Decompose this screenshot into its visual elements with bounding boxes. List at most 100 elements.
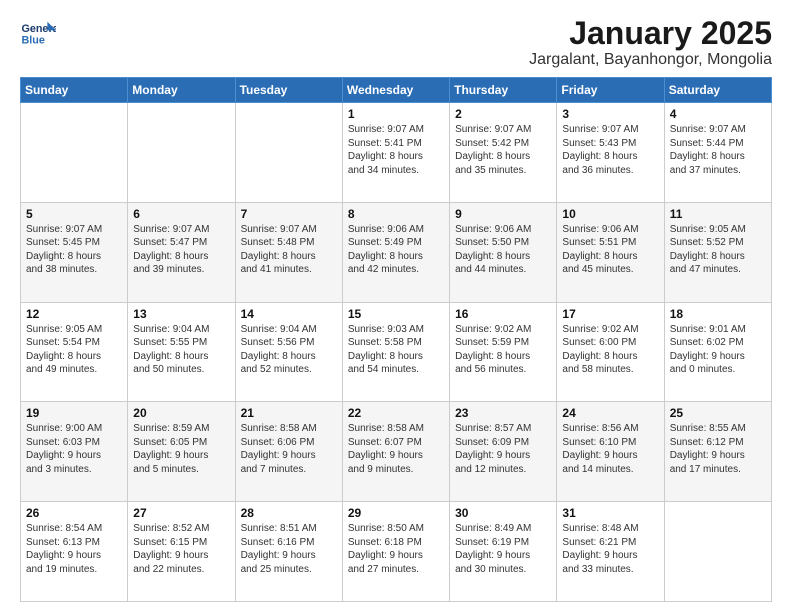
day-number: 10 xyxy=(562,207,658,221)
day-info: Sunrise: 9:05 AMSunset: 5:54 PMDaylight:… xyxy=(26,323,122,377)
day-info: Sunrise: 9:07 AMSunset: 5:47 PMDaylight:… xyxy=(133,223,229,277)
calendar-cell xyxy=(235,103,342,203)
day-number: 26 xyxy=(26,506,122,520)
day-info: Sunrise: 9:04 AMSunset: 5:55 PMDaylight:… xyxy=(133,323,229,377)
calendar-cell: 29Sunrise: 8:50 AMSunset: 6:18 PMDayligh… xyxy=(342,502,449,602)
calendar-cell: 30Sunrise: 8:49 AMSunset: 6:19 PMDayligh… xyxy=(450,502,557,602)
weekday-header: Wednesday xyxy=(342,78,449,103)
day-info: Sunrise: 8:59 AMSunset: 6:05 PMDaylight:… xyxy=(133,422,229,476)
day-info: Sunrise: 9:07 AMSunset: 5:48 PMDaylight:… xyxy=(241,223,337,277)
day-number: 20 xyxy=(133,406,229,420)
calendar-title: January 2025 xyxy=(529,16,772,51)
calendar-cell xyxy=(664,502,771,602)
calendar-table: SundayMondayTuesdayWednesdayThursdayFrid… xyxy=(20,77,772,602)
calendar-cell xyxy=(21,103,128,203)
calendar-cell: 11 Sunrise: 9:05 AMSunset: 5:52 PMDayligh… xyxy=(664,202,771,302)
calendar-cell: 27 Sunrise: 8:52 AMSunset: 6:15 PMDayligh… xyxy=(128,502,235,602)
calendar-cell: 25Sunrise: 8:55 AMSunset: 6:12 PMDayligh… xyxy=(664,402,771,502)
day-number: 13 xyxy=(133,307,229,321)
day-info: Sunrise: 9:05 AMSunset: 5:52 PMDaylight:… xyxy=(670,223,766,277)
day-info: Sunrise: 8:57 AMSunset: 6:09 PMDaylight:… xyxy=(455,422,551,476)
day-info: Sunrise: 9:06 AMSunset: 5:51 PMDaylight:… xyxy=(562,223,658,277)
calendar-cell xyxy=(128,103,235,203)
day-number: 28 xyxy=(241,506,337,520)
day-number: 11 xyxy=(670,207,766,221)
calendar-cell: 9Sunrise: 9:06 AMSunset: 5:50 PMDaylight… xyxy=(450,202,557,302)
day-info: Sunrise: 9:06 AMSunset: 5:49 PMDaylight:… xyxy=(348,223,444,277)
calendar-cell: 20 Sunrise: 8:59 AMSunset: 6:05 PMDayligh… xyxy=(128,402,235,502)
day-info: Sunrise: 8:51 AMSunset: 6:16 PMDaylight:… xyxy=(241,522,337,576)
day-info: Sunrise: 8:48 AMSunset: 6:21 PMDaylight:… xyxy=(562,522,658,576)
calendar-week-row: 26 Sunrise: 8:54 AMSunset: 6:13 PMDayligh… xyxy=(21,502,772,602)
day-number: 16 xyxy=(455,307,551,321)
day-info: Sunrise: 9:07 AMSunset: 5:44 PMDaylight:… xyxy=(670,123,766,177)
weekday-header: Friday xyxy=(557,78,664,103)
calendar-cell: 26 Sunrise: 8:54 AMSunset: 6:13 PMDayligh… xyxy=(21,502,128,602)
day-number: 4 xyxy=(670,107,766,121)
day-info: Sunrise: 8:54 AMSunset: 6:13 PMDaylight:… xyxy=(26,522,122,576)
day-number: 22 xyxy=(348,406,444,420)
calendar-cell: 13 Sunrise: 9:04 AMSunset: 5:55 PMDayligh… xyxy=(128,302,235,402)
day-number: 5 xyxy=(26,207,122,221)
day-number: 3 xyxy=(562,107,658,121)
calendar-cell: 8 Sunrise: 9:06 AMSunset: 5:49 PMDaylight… xyxy=(342,202,449,302)
calendar-cell: 31 Sunrise: 8:48 AMSunset: 6:21 PMDayligh… xyxy=(557,502,664,602)
page: General Blue January 2025 Jargalant, Bay… xyxy=(0,0,792,612)
day-number: 12 xyxy=(26,307,122,321)
title-block: January 2025 Jargalant, Bayanhongor, Mon… xyxy=(529,16,772,69)
weekday-header-row: SundayMondayTuesdayWednesdayThursdayFrid… xyxy=(21,78,772,103)
day-info: Sunrise: 8:56 AMSunset: 6:10 PMDaylight:… xyxy=(562,422,658,476)
calendar-week-row: 19Sunrise: 9:00 AMSunset: 6:03 PMDayligh… xyxy=(21,402,772,502)
logo: General Blue xyxy=(20,16,56,52)
day-number: 15 xyxy=(348,307,444,321)
calendar-cell: 7 Sunrise: 9:07 AMSunset: 5:48 PMDaylight… xyxy=(235,202,342,302)
day-number: 7 xyxy=(241,207,337,221)
weekday-header: Saturday xyxy=(664,78,771,103)
day-info: Sunrise: 9:04 AMSunset: 5:56 PMDaylight:… xyxy=(241,323,337,377)
calendar-cell: 3 Sunrise: 9:07 AMSunset: 5:43 PMDaylight… xyxy=(557,103,664,203)
day-number: 27 xyxy=(133,506,229,520)
day-info: Sunrise: 8:58 AMSunset: 6:07 PMDaylight:… xyxy=(348,422,444,476)
header: General Blue January 2025 Jargalant, Bay… xyxy=(20,16,772,69)
svg-text:Blue: Blue xyxy=(21,34,44,46)
day-number: 8 xyxy=(348,207,444,221)
weekday-header: Thursday xyxy=(450,78,557,103)
calendar-cell: 10 Sunrise: 9:06 AMSunset: 5:51 PMDayligh… xyxy=(557,202,664,302)
day-number: 17 xyxy=(562,307,658,321)
calendar-cell: 21Sunrise: 8:58 AMSunset: 6:06 PMDayligh… xyxy=(235,402,342,502)
day-number: 2 xyxy=(455,107,551,121)
calendar-cell: 23Sunrise: 8:57 AMSunset: 6:09 PMDayligh… xyxy=(450,402,557,502)
day-info: Sunrise: 8:50 AMSunset: 6:18 PMDaylight:… xyxy=(348,522,444,576)
day-number: 18 xyxy=(670,307,766,321)
day-number: 31 xyxy=(562,506,658,520)
calendar-cell: 2 Sunrise: 9:07 AMSunset: 5:42 PMDaylight… xyxy=(450,103,557,203)
calendar-cell: 12 Sunrise: 9:05 AMSunset: 5:54 PMDayligh… xyxy=(21,302,128,402)
day-info: Sunrise: 9:02 AMSunset: 6:00 PMDaylight:… xyxy=(562,323,658,377)
calendar-cell: 28 Sunrise: 8:51 AMSunset: 6:16 PMDayligh… xyxy=(235,502,342,602)
day-info: Sunrise: 8:52 AMSunset: 6:15 PMDaylight:… xyxy=(133,522,229,576)
day-number: 25 xyxy=(670,406,766,420)
calendar-cell: 24 Sunrise: 8:56 AMSunset: 6:10 PMDayligh… xyxy=(557,402,664,502)
calendar-cell: 4 Sunrise: 9:07 AMSunset: 5:44 PMDaylight… xyxy=(664,103,771,203)
calendar-week-row: 5 Sunrise: 9:07 AMSunset: 5:45 PMDaylight… xyxy=(21,202,772,302)
weekday-header: Tuesday xyxy=(235,78,342,103)
day-number: 30 xyxy=(455,506,551,520)
day-info: Sunrise: 9:07 AMSunset: 5:42 PMDaylight:… xyxy=(455,123,551,177)
calendar-cell: 17 Sunrise: 9:02 AMSunset: 6:00 PMDayligh… xyxy=(557,302,664,402)
calendar-cell: 19Sunrise: 9:00 AMSunset: 6:03 PMDayligh… xyxy=(21,402,128,502)
day-number: 21 xyxy=(241,406,337,420)
calendar-cell: 15Sunrise: 9:03 AMSunset: 5:58 PMDayligh… xyxy=(342,302,449,402)
calendar-week-row: 12 Sunrise: 9:05 AMSunset: 5:54 PMDayligh… xyxy=(21,302,772,402)
calendar-subtitle: Jargalant, Bayanhongor, Mongolia xyxy=(529,51,772,69)
day-info: Sunrise: 9:07 AMSunset: 5:43 PMDaylight:… xyxy=(562,123,658,177)
day-info: Sunrise: 9:07 AMSunset: 5:45 PMDaylight:… xyxy=(26,223,122,277)
calendar-cell: 14Sunrise: 9:04 AMSunset: 5:56 PMDayligh… xyxy=(235,302,342,402)
day-info: Sunrise: 9:00 AMSunset: 6:03 PMDaylight:… xyxy=(26,422,122,476)
day-info: Sunrise: 9:06 AMSunset: 5:50 PMDaylight:… xyxy=(455,223,551,277)
day-info: Sunrise: 9:02 AMSunset: 5:59 PMDaylight:… xyxy=(455,323,551,377)
day-number: 24 xyxy=(562,406,658,420)
day-info: Sunrise: 9:01 AMSunset: 6:02 PMDaylight:… xyxy=(670,323,766,377)
day-number: 6 xyxy=(133,207,229,221)
logo-icon: General Blue xyxy=(20,16,56,52)
weekday-header: Sunday xyxy=(21,78,128,103)
